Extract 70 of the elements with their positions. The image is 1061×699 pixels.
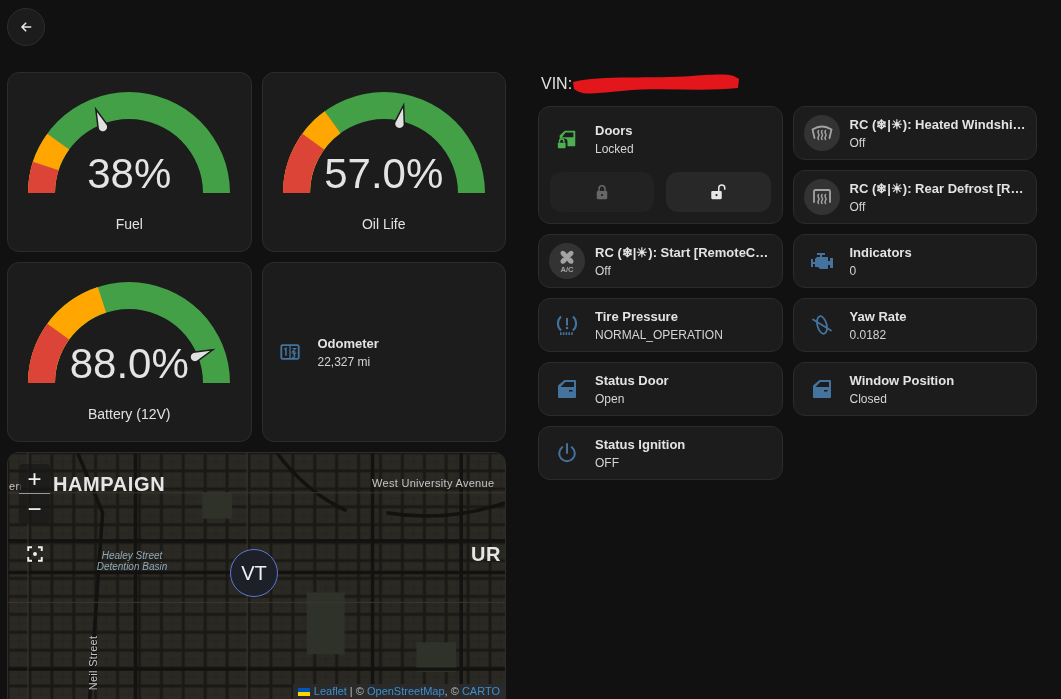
entity-name: Indicators xyxy=(849,244,912,262)
entity-name: RC (❄|☀): Start [RemoteC… xyxy=(595,244,769,262)
gauge-value: 38% xyxy=(87,153,172,195)
back-button[interactable] xyxy=(7,8,45,46)
map-label: UR xyxy=(471,543,502,566)
gauge-value: 57.0% xyxy=(324,153,444,195)
entity-card[interactable]: RC (❄|☀): Rear Defrost [R… Off xyxy=(792,170,1037,224)
entity-state: NORMAL_OPERATION xyxy=(595,327,723,343)
attribution-link[interactable]: OpenStreetMap xyxy=(366,685,445,697)
entity-state: Off xyxy=(849,135,866,151)
rotation-axis-icon xyxy=(809,313,834,337)
entity-name: RC (❄|☀): Heated Windshi… xyxy=(849,116,1026,134)
power-icon xyxy=(555,441,579,465)
attribution-link[interactable]: CARTO xyxy=(461,685,500,697)
open-padlock-icon xyxy=(709,183,728,201)
flag-icon xyxy=(297,687,310,696)
entity-name: Window Position xyxy=(849,372,955,390)
gauge-label: Oil Life xyxy=(361,215,406,233)
locate-button[interactable] xyxy=(24,543,46,565)
entity-card[interactable]: RC (❄|☀): Heated Windshi… Off xyxy=(792,106,1037,160)
map-label: West University Avenue xyxy=(372,477,495,489)
entity-state: Off xyxy=(849,199,866,215)
tire-alert-icon xyxy=(555,313,579,337)
map-label: en xyxy=(9,480,22,492)
entity-card[interactable]: Doors Locked xyxy=(538,106,783,224)
rear-window-heat-icon[interactable] xyxy=(803,179,840,215)
entity-name: Status Ignition xyxy=(595,436,686,454)
gauge-card[interactable]: 38% Fuel xyxy=(7,72,252,252)
entity-state: Off xyxy=(595,263,611,279)
entity-state: Open xyxy=(595,391,625,407)
entity-name: Odometer xyxy=(317,335,379,353)
gauge-value: 88.0% xyxy=(69,343,189,385)
entity-state: OFF xyxy=(595,455,619,471)
entity-card[interactable]: Status Ignition OFF xyxy=(538,426,783,480)
entity-card[interactable]: Tire Pressure NORMAL_OPERATION xyxy=(538,298,783,352)
car-door-icon xyxy=(555,377,579,401)
focus-icon xyxy=(26,545,44,563)
entity-card[interactable]: A/C RC (❄|☀): Start [RemoteC… Off xyxy=(538,234,783,288)
map-label: HAMPAIGN xyxy=(53,473,166,496)
ac-fan-icon[interactable]: A/C xyxy=(549,243,585,279)
attribution-text: Leaflet | © OpenStreetMap, © CARTO xyxy=(313,684,500,699)
entity-state: 0 xyxy=(849,263,857,279)
windshield-heat-icon[interactable] xyxy=(803,115,840,151)
entity-name: Status Door xyxy=(595,372,669,390)
zoom-in-button[interactable]: + xyxy=(19,464,50,494)
entity-name: Doors xyxy=(595,122,633,140)
entity-state: Closed xyxy=(849,391,887,407)
entity-state: 0.0182 xyxy=(849,327,887,343)
gauge-card[interactable]: 57.0% Oil Life xyxy=(261,72,506,252)
gauge-label: Battery (12V) xyxy=(88,405,171,423)
unlock-button[interactable] xyxy=(666,172,771,212)
entity-card[interactable]: Indicators 0 xyxy=(792,234,1037,288)
entity-card[interactable]: Yaw Rate 0.0182 xyxy=(792,298,1037,352)
arrow-left-icon xyxy=(19,20,33,34)
map-label: Neil Street xyxy=(87,635,100,691)
map-label: Healey Street Detention Basin xyxy=(95,550,169,572)
sensor-card[interactable]: Odometer 22,327 mi xyxy=(261,262,506,442)
gauge-label: Fuel xyxy=(115,215,143,233)
entity-name: Tire Pressure xyxy=(595,308,678,326)
gauge-card[interactable]: 88.0% Battery (12V) xyxy=(7,262,252,442)
entity-card[interactable]: Window Position Closed xyxy=(792,362,1037,416)
vin-label: VIN: xyxy=(541,75,573,93)
zoom-out-button[interactable]: − xyxy=(19,494,50,524)
entity-state: Locked xyxy=(595,141,634,157)
attribution-link[interactable]: Leaflet xyxy=(313,685,347,697)
entity-card[interactable]: Status Door Open xyxy=(538,362,783,416)
entity-state: 22,327 mi xyxy=(317,354,371,370)
entity-name: Yaw Rate xyxy=(849,308,907,326)
counter-icon xyxy=(278,341,301,363)
entity-name: RC (❄|☀): Rear Defrost [R… xyxy=(849,180,1024,198)
